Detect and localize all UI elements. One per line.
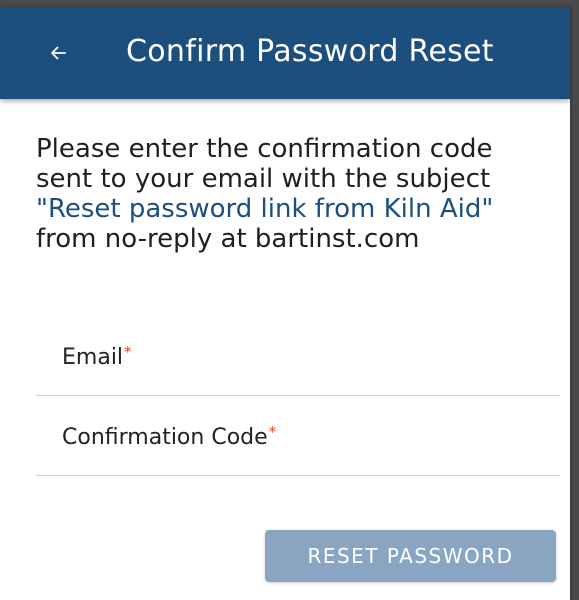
instructions-text: Please enter the confirmation code sent …: [36, 134, 566, 254]
email-field[interactable]: Email*: [36, 325, 560, 396]
back-button[interactable]: [36, 31, 80, 75]
confirmation-code-field[interactable]: Confirmation Code*: [36, 405, 560, 476]
app-window: Confirm Password Reset Please enter the …: [0, 7, 570, 600]
instructions-line: Please enter the confirmation code: [36, 134, 493, 164]
instructions-line: sent to your email with the subject: [36, 164, 491, 194]
instructions-line: from no-reply at bartinst.com: [36, 224, 420, 254]
app-bar: Confirm Password Reset: [0, 7, 570, 99]
reset-password-button[interactable]: RESET PASSWORD: [265, 530, 556, 582]
page-title: Confirm Password Reset: [126, 34, 494, 69]
email-subject-text: "Reset password link from Kiln Aid": [36, 194, 494, 224]
arrow-left-icon: [51, 46, 66, 60]
